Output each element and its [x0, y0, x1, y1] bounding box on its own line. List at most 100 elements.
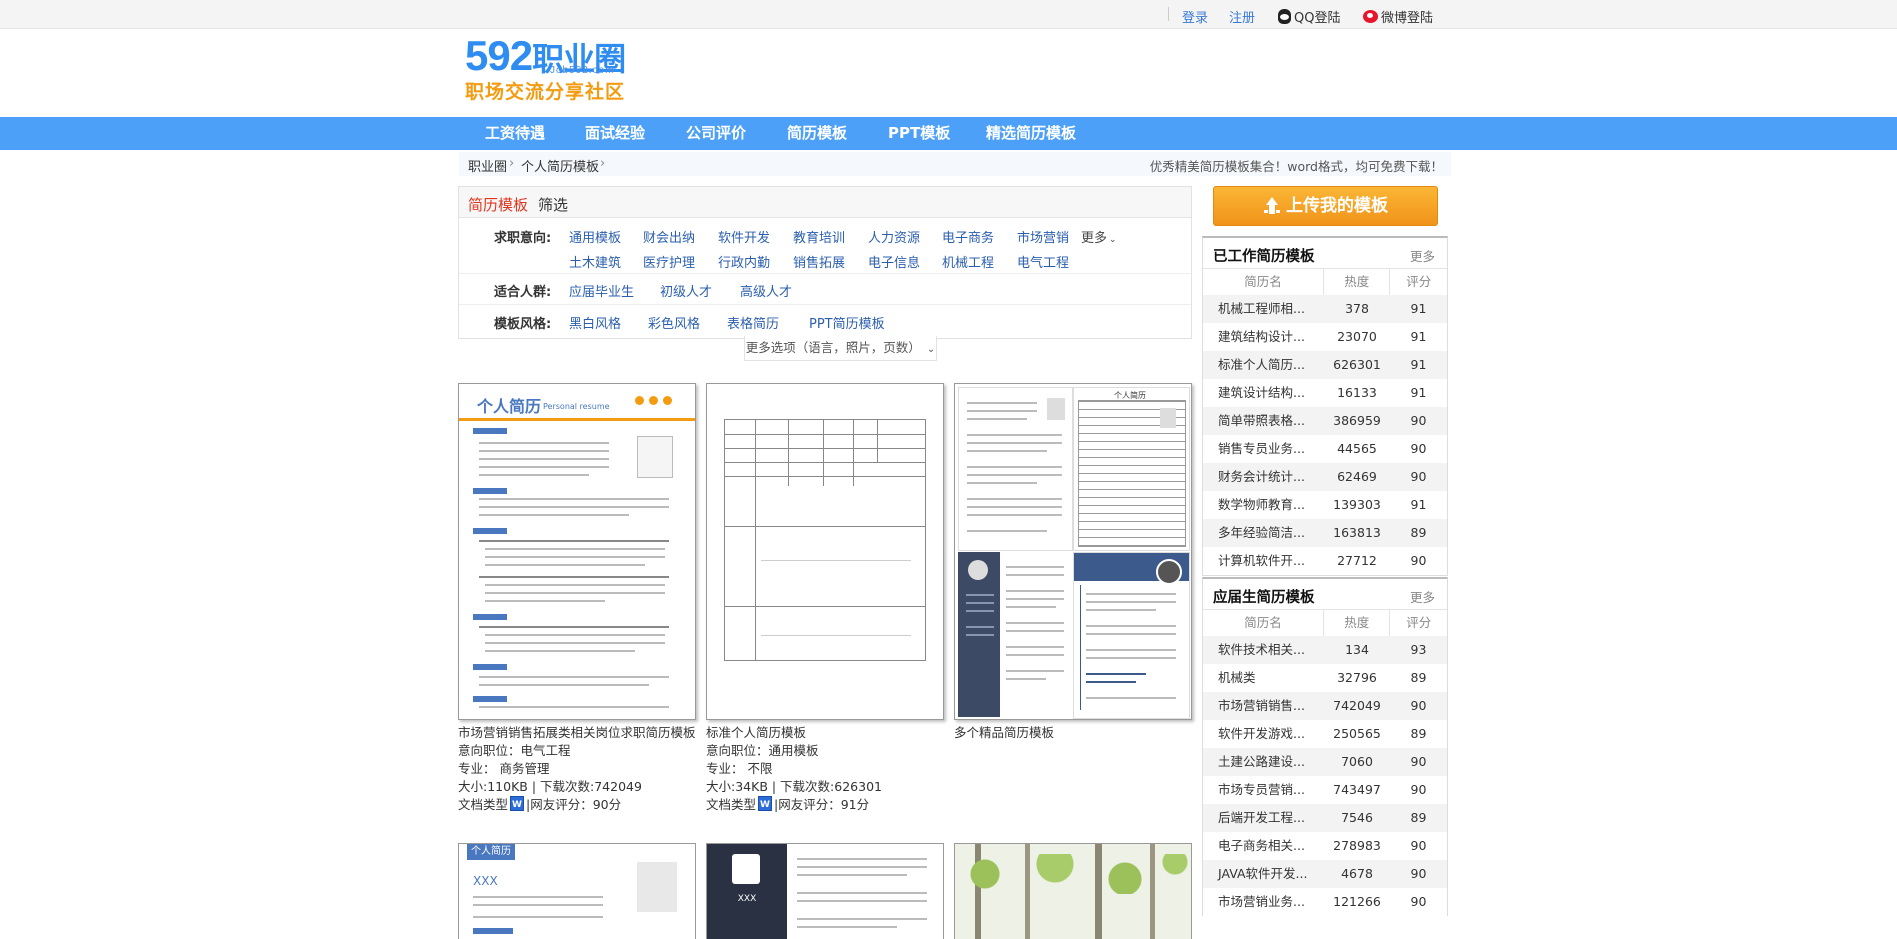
nav-company-review[interactable]: 公司评价: [686, 117, 746, 150]
filter-option[interactable]: 电子商务: [942, 227, 994, 246]
qq-login-link[interactable]: QQ登陆: [1278, 7, 1340, 26]
template-thumbnail[interactable]: [954, 843, 1192, 939]
row-name-link[interactable]: 后端开发工程...: [1203, 804, 1324, 832]
table-row[interactable]: 市场营销业务... 121266 90: [1203, 888, 1447, 916]
row-name-link[interactable]: 销售专员业务...: [1203, 435, 1324, 463]
row-name-link[interactable]: 市场营销销售...: [1203, 692, 1324, 720]
filter-option[interactable]: 应届毕业生: [569, 281, 634, 300]
row-name-link[interactable]: 财务会计统计...: [1203, 463, 1324, 491]
nav-featured-template[interactable]: 精选简历模板: [986, 117, 1076, 150]
resume-preview-title: 个人简历: [467, 844, 515, 860]
template-thumbnail[interactable]: 个人简历: [954, 383, 1192, 720]
row-heat: 16133: [1337, 385, 1377, 400]
table-row[interactable]: 数学物师教育... 139303 91: [1203, 491, 1447, 519]
table-row[interactable]: 市场营销销售... 742049 90: [1203, 692, 1447, 720]
template-thumbnail[interactable]: [706, 383, 944, 720]
upload-label: 上传我的模板: [1286, 196, 1388, 216]
filter-option[interactable]: 电气工程: [1017, 252, 1069, 271]
table-row[interactable]: 计算机软件开... 27712 90: [1203, 547, 1447, 575]
row-name-link[interactable]: 计算机软件开...: [1203, 547, 1324, 575]
filter-more-button[interactable]: 更多 ⌄: [1081, 227, 1117, 246]
panel-more-link[interactable]: 更多: [1410, 587, 1435, 606]
table-row[interactable]: 销售专员业务... 44565 90: [1203, 435, 1447, 463]
row-name-link[interactable]: 软件技术相关...: [1203, 636, 1324, 664]
table-row[interactable]: 标准个人简历... 626301 91: [1203, 351, 1447, 379]
filter-option[interactable]: PPT简历模板: [809, 313, 885, 332]
table-row[interactable]: 建筑结构设计... 23070 91: [1203, 323, 1447, 351]
table-row[interactable]: 市场专员营销... 743497 90: [1203, 776, 1447, 804]
resume-preview-subtitle: Personal resume: [543, 402, 610, 411]
filter-option[interactable]: 黑白风格: [569, 313, 621, 332]
weibo-login-link[interactable]: 微博登陆: [1363, 7, 1433, 26]
site-logo[interactable]: 592职业圈 Job592.com 职场交流分享社区: [465, 34, 645, 104]
row-name-link[interactable]: JAVA软件开发...: [1203, 860, 1324, 888]
more-options-toggle[interactable]: 更多选项（语言，照片，页数） ⌄: [744, 336, 937, 361]
row-score: 90: [1410, 413, 1427, 428]
filter-option[interactable]: 软件开发: [718, 227, 770, 246]
table-resume-preview: [724, 419, 926, 661]
row-name-link[interactable]: 市场营销业务...: [1203, 888, 1324, 916]
filter-option[interactable]: 机械工程: [942, 252, 994, 271]
table-row[interactable]: 财务会计统计... 62469 90: [1203, 463, 1447, 491]
breadcrumb-notice: 优秀精美简历模板集合！word格式，均可免费下载！: [1149, 159, 1443, 174]
row-heat: 7060: [1341, 754, 1373, 769]
row-name-link[interactable]: 市场专员营销...: [1203, 776, 1324, 804]
nav-ppt-template[interactable]: PPT模板: [888, 117, 950, 150]
filter-option[interactable]: 通用模板: [569, 227, 621, 246]
table-row[interactable]: JAVA软件开发... 4678 90: [1203, 860, 1447, 888]
breadcrumb-home[interactable]: 职业圈: [468, 156, 507, 175]
template-thumbnail[interactable]: XXX: [706, 843, 944, 939]
table-row[interactable]: 简单带照表格... 386959 90: [1203, 407, 1447, 435]
table-row[interactable]: 软件技术相关... 134 93: [1203, 636, 1447, 664]
register-link[interactable]: 注册: [1229, 7, 1255, 26]
table-row[interactable]: 土建公路建设... 7060 90: [1203, 748, 1447, 776]
template-title-link[interactable]: 标准个人简历模板: [706, 724, 882, 742]
nav-interview[interactable]: 面试经验: [585, 117, 645, 150]
table-row[interactable]: 建筑设计结构... 16133 91: [1203, 379, 1447, 407]
template-thumbnail[interactable]: 个人简历 Personal resume: [458, 383, 696, 720]
filter-option[interactable]: 彩色风格: [648, 313, 700, 332]
nav-resume-template[interactable]: 简历模板: [787, 117, 847, 150]
filter-option[interactable]: 市场营销: [1017, 227, 1069, 246]
row-name-link[interactable]: 建筑结构设计...: [1203, 323, 1324, 351]
table-row[interactable]: 机械类 32796 89: [1203, 664, 1447, 692]
panel-more-link[interactable]: 更多: [1410, 246, 1435, 265]
row-name-link[interactable]: 机械类: [1203, 664, 1324, 692]
filter-option[interactable]: 医疗护理: [643, 252, 695, 271]
filter-option[interactable]: 销售拓展: [793, 252, 845, 271]
row-name-link[interactable]: 土建公路建设...: [1203, 748, 1324, 776]
filter-option[interactable]: 行政内勤: [718, 252, 770, 271]
login-link[interactable]: 登录: [1182, 7, 1208, 26]
row-name-link[interactable]: 软件开发游戏...: [1203, 720, 1324, 748]
template-thumbnail[interactable]: 个人简历 XXX: [458, 843, 696, 939]
row-name-link[interactable]: 电子商务相关...: [1203, 832, 1324, 860]
filter-option[interactable]: 表格简历: [727, 313, 779, 332]
filter-option[interactable]: 电子信息: [868, 252, 920, 271]
row-name-link[interactable]: 多年经验简洁...: [1203, 519, 1324, 547]
table-row[interactable]: 后端开发工程... 7546 89: [1203, 804, 1447, 832]
table-row[interactable]: 软件开发游戏... 250565 89: [1203, 720, 1447, 748]
filter-option[interactable]: 人力资源: [868, 227, 920, 246]
breadcrumb-current[interactable]: 个人简历模板: [521, 156, 599, 175]
template-score: |网友评分：91分: [774, 797, 870, 812]
row-name-link[interactable]: 数学物师教育...: [1203, 491, 1324, 519]
filter-option[interactable]: 土木建筑: [569, 252, 621, 271]
filter-option[interactable]: 高级人才: [740, 281, 792, 300]
filter-option[interactable]: 初级人才: [660, 281, 712, 300]
table-row[interactable]: 多年经验简洁... 163813 89: [1203, 519, 1447, 547]
filter-title: 简历模板: [468, 196, 529, 214]
nav-salary[interactable]: 工资待遇: [485, 117, 545, 150]
row-score: 91: [1410, 385, 1427, 400]
row-name-link[interactable]: 标准个人简历...: [1203, 351, 1324, 379]
row-name-link[interactable]: 机械工程师相...: [1203, 295, 1324, 323]
row-name-link[interactable]: 建筑设计结构...: [1203, 379, 1324, 407]
table-row[interactable]: 电子商务相关... 278983 90: [1203, 832, 1447, 860]
upload-template-button[interactable]: 上传我的模板: [1213, 186, 1438, 226]
row-name-link[interactable]: 简单带照表格...: [1203, 407, 1324, 435]
col-heat-header: 热度: [1324, 610, 1391, 636]
filter-option[interactable]: 教育培训: [793, 227, 845, 246]
template-title-link[interactable]: 多个精品简历模板: [954, 724, 1054, 742]
table-row[interactable]: 机械工程师相... 378 91: [1203, 295, 1447, 323]
template-title-link[interactable]: 市场营销销售拓展类相关岗位求职简历模板: [458, 724, 696, 742]
filter-option[interactable]: 财会出纳: [643, 227, 695, 246]
